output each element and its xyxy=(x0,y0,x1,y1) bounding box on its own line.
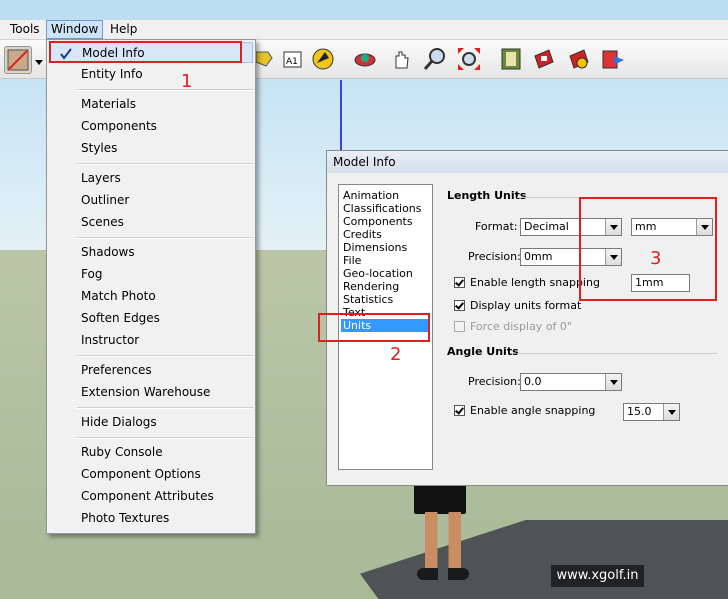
menu-item-ruby-console[interactable]: Ruby Console xyxy=(49,442,253,463)
chevron-down-icon xyxy=(663,404,679,420)
length-units-heading: Length Units xyxy=(447,189,527,202)
menu-separator xyxy=(77,407,253,409)
menu-separator xyxy=(77,237,253,239)
dimension-tool-icon[interactable]: A1 xyxy=(279,46,305,72)
dialog-title: Model Info xyxy=(327,151,728,173)
category-dimensions[interactable]: Dimensions xyxy=(341,241,430,254)
display-units-format-checkbox[interactable] xyxy=(454,300,465,311)
zoom-extents-icon[interactable] xyxy=(456,46,482,72)
chevron-down-icon xyxy=(605,374,621,390)
zoom-icon[interactable] xyxy=(422,46,448,72)
angle-snapping-value: 15.0 xyxy=(627,405,652,418)
annotation-box-length-settings xyxy=(579,197,717,301)
annotation-box-units xyxy=(318,313,430,342)
angle-snapping-label: Enable angle snapping xyxy=(470,404,596,417)
menu-item-scenes[interactable]: Scenes xyxy=(49,212,253,233)
category-classifications[interactable]: Classifications xyxy=(341,202,430,215)
menu-item-entity-info[interactable]: Entity Info xyxy=(49,64,253,85)
menu-item-extension-warehouse[interactable]: Extension Warehouse xyxy=(49,382,253,403)
format-value: Decimal xyxy=(524,220,569,233)
category-components[interactable]: Components xyxy=(341,215,430,228)
angle-snapping-select[interactable]: 15.0 xyxy=(623,403,680,421)
angle-units-heading: Angle Units xyxy=(447,345,519,358)
orbit-icon[interactable] xyxy=(352,46,378,72)
annotation-box-model-info xyxy=(49,41,242,63)
pan-icon[interactable] xyxy=(388,46,414,72)
menu-item-component-attributes[interactable]: Component Attributes xyxy=(49,486,253,507)
category-geo-location[interactable]: Geo-location xyxy=(341,267,430,280)
annotation-number-3: 3 xyxy=(650,248,662,269)
category-statistics[interactable]: Statistics xyxy=(341,293,430,306)
menu-item-photo-textures[interactable]: Photo Textures xyxy=(49,508,253,529)
menu-item-materials[interactable]: Materials xyxy=(49,94,253,115)
menu-separator xyxy=(77,437,253,439)
angle-snapping-checkbox[interactable] xyxy=(454,405,465,416)
scale-figure-legs xyxy=(425,512,461,574)
angle-precision-label: Precision: xyxy=(468,375,521,388)
menu-item-fog[interactable]: Fog xyxy=(49,264,253,285)
scale-figure-shoes xyxy=(417,568,469,580)
menu-separator xyxy=(77,163,253,165)
precision-label: Precision: xyxy=(468,250,521,263)
menu-item-instructor[interactable]: Instructor xyxy=(49,330,253,351)
model-book-icon[interactable] xyxy=(498,46,524,72)
annotation-number-1: 1 xyxy=(181,71,193,92)
format-label: Format: xyxy=(475,220,518,233)
category-file[interactable]: File xyxy=(341,254,430,267)
menu-item-layers[interactable]: Layers xyxy=(49,168,253,189)
category-animation[interactable]: Animation xyxy=(341,189,430,202)
menu-window[interactable]: Window xyxy=(46,20,104,39)
window-menu-dropdown: Model Info Entity Info Materials Compone… xyxy=(46,39,256,534)
menu-item-match-photo[interactable]: Match Photo xyxy=(49,286,253,307)
section-icon[interactable] xyxy=(531,46,557,72)
paint-bucket-icon[interactable] xyxy=(310,46,336,72)
menu-item-preferences[interactable]: Preferences xyxy=(49,360,253,381)
angle-precision-value: 0.0 xyxy=(524,375,542,388)
category-rendering[interactable]: Rendering xyxy=(341,280,430,293)
section-divider xyxy=(517,353,717,354)
force-display-zero-label: Force display of 0" xyxy=(470,320,572,333)
force-display-zero-checkbox[interactable] xyxy=(454,321,465,332)
display-units-format-label: Display units format xyxy=(470,299,582,312)
annotation-number-2: 2 xyxy=(390,344,402,365)
menu-item-outliner[interactable]: Outliner xyxy=(49,190,253,211)
category-credits[interactable]: Credits xyxy=(341,228,430,241)
length-precision-value: 0mm xyxy=(524,250,553,263)
line-tool-icon[interactable] xyxy=(4,46,32,74)
menu-tools[interactable]: Tools xyxy=(6,21,44,38)
export-icon[interactable] xyxy=(600,46,626,72)
dropdown-arrow-icon[interactable] xyxy=(33,46,45,72)
components-icon[interactable] xyxy=(566,46,592,72)
length-snapping-checkbox[interactable] xyxy=(454,277,465,288)
menu-item-styles[interactable]: Styles xyxy=(49,138,253,159)
menu-item-component-options[interactable]: Component Options xyxy=(49,464,253,485)
watermark: www.xgolf.in xyxy=(551,565,644,587)
angle-precision-select[interactable]: 0.0 xyxy=(520,373,622,391)
menu-bar: Tools Window Help xyxy=(0,20,728,40)
menu-item-shadows[interactable]: Shadows xyxy=(49,242,253,263)
menu-item-hide-dialogs[interactable]: Hide Dialogs xyxy=(49,412,253,433)
menu-help[interactable]: Help xyxy=(106,21,141,38)
menu-item-components[interactable]: Components xyxy=(49,116,253,137)
svg-text:A1: A1 xyxy=(286,57,298,67)
menu-item-soften-edges[interactable]: Soften Edges xyxy=(49,308,253,329)
menu-separator xyxy=(77,355,253,357)
menu-separator xyxy=(77,89,253,91)
